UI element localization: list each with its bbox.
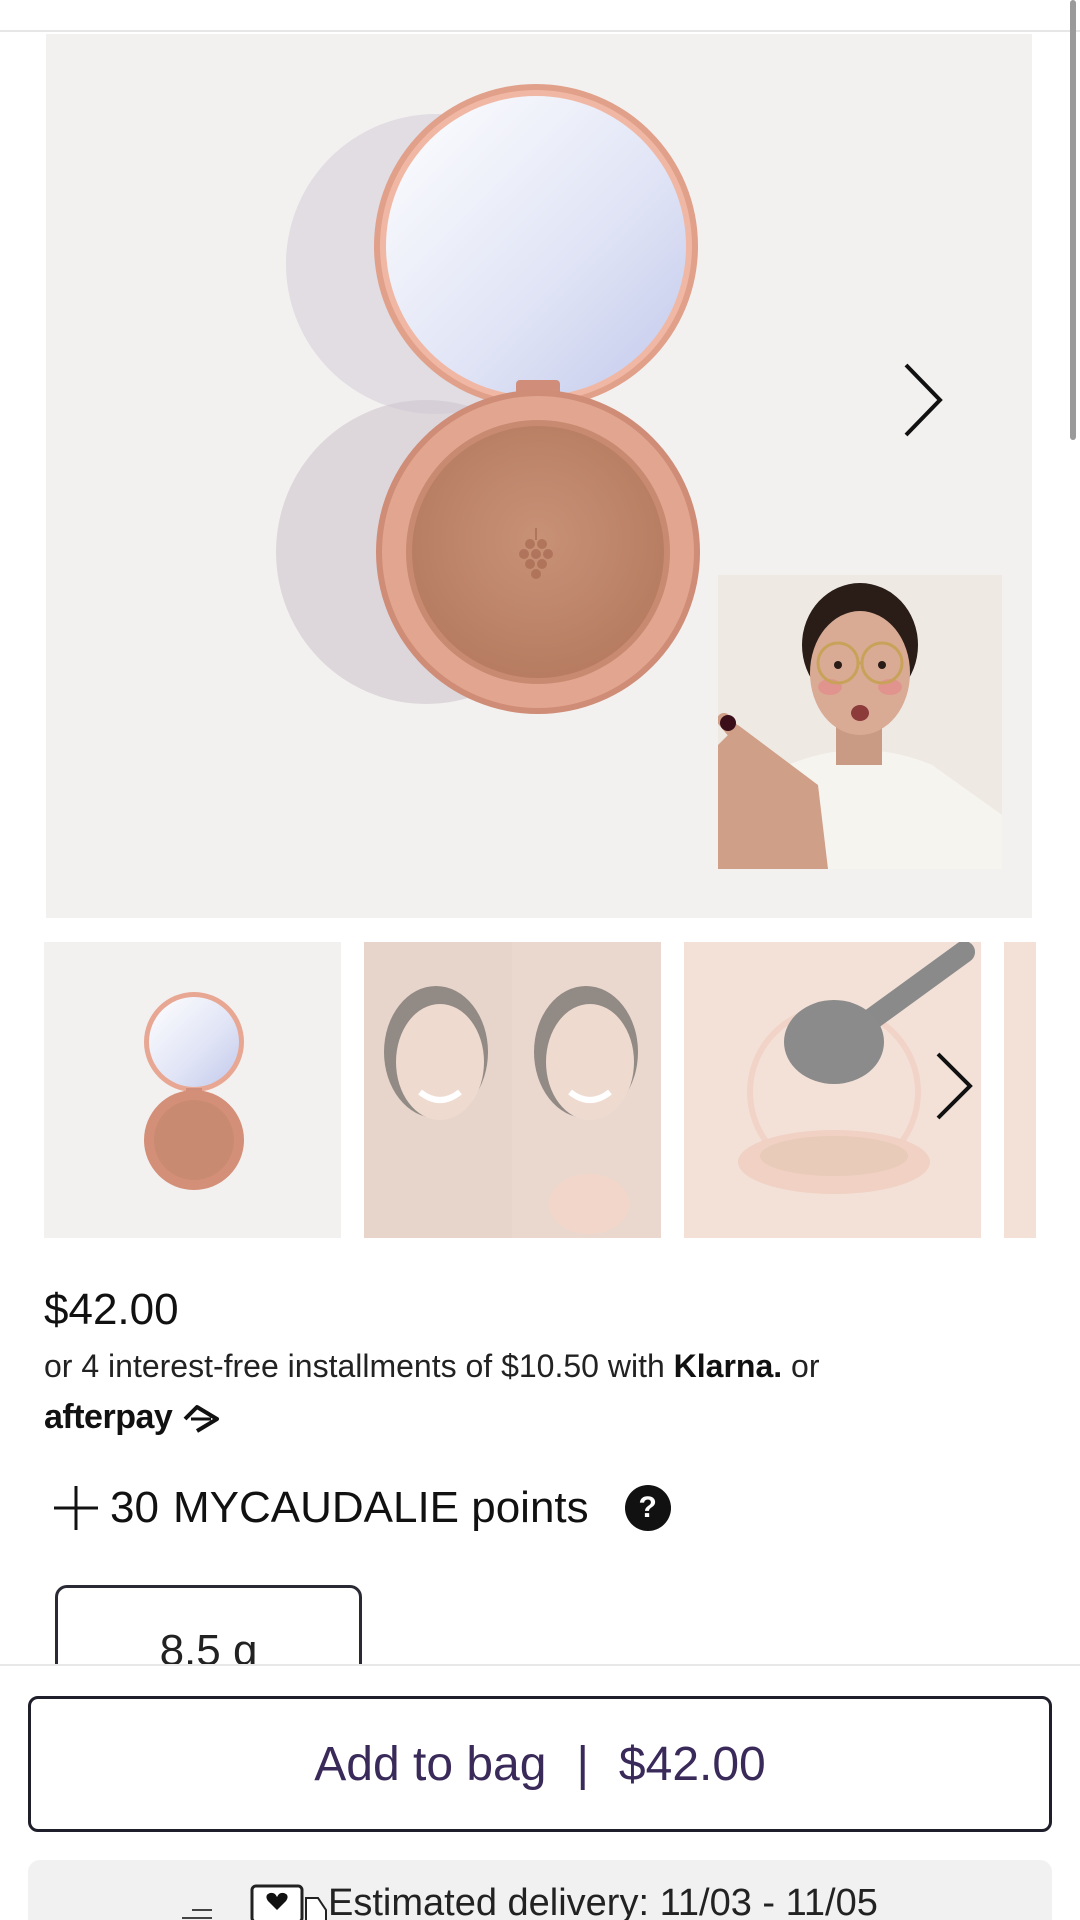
thumbnail-strip[interactable] xyxy=(44,942,1036,1240)
installment-info: or 4 interest-free installments of $10.5… xyxy=(44,1348,819,1385)
top-bar xyxy=(0,0,1080,32)
afterpay-arrows-icon xyxy=(183,1405,220,1433)
klarna-link[interactable]: Klarna. xyxy=(674,1348,782,1384)
installment-text: or 4 interest-free installments of $10.5… xyxy=(44,1348,674,1384)
thumbnail-partial[interactable] xyxy=(1004,942,1036,1238)
add-to-bag-label: Add to bag xyxy=(314,1737,547,1791)
points-label: MYCAUDALIE points xyxy=(172,1483,589,1532)
video-overlay[interactable] xyxy=(718,575,1002,869)
estimated-delivery-text: Estimated delivery: 11/03 - 11/05 xyxy=(328,1882,878,1920)
afterpay-logo[interactable]: afterpay xyxy=(44,1398,221,1437)
loyalty-points: 30 MYCAUDALIE points ? xyxy=(52,1478,671,1538)
afterpay-label: afterpay xyxy=(44,1398,173,1436)
sticky-footer: Add to bag | $42.00 Estimated delivery: … xyxy=(0,1664,1080,1920)
add-to-bag-button[interactable]: Add to bag | $42.00 xyxy=(28,1696,1052,1832)
page-scrollbar[interactable] xyxy=(1070,0,1076,440)
thumbnail-models[interactable] xyxy=(364,942,661,1238)
points-amount: 30 xyxy=(110,1483,159,1532)
installment-or: or xyxy=(782,1348,820,1384)
thumbnails-next-arrow-icon[interactable] xyxy=(918,1046,988,1126)
product-price: $42.00 xyxy=(44,1285,179,1334)
add-to-bag-separator: | xyxy=(576,1737,589,1791)
thumbnail-compact[interactable] xyxy=(44,942,341,1238)
hero-next-arrow-icon[interactable] xyxy=(884,355,954,445)
add-to-bag-price: $42.00 xyxy=(618,1737,766,1791)
points-help-icon[interactable]: ? xyxy=(624,1485,671,1531)
plus-icon xyxy=(54,1486,98,1530)
delivery-banner: Estimated delivery: 11/03 - 11/05 xyxy=(28,1860,1052,1920)
delivery-truck-icon xyxy=(182,1884,327,1920)
